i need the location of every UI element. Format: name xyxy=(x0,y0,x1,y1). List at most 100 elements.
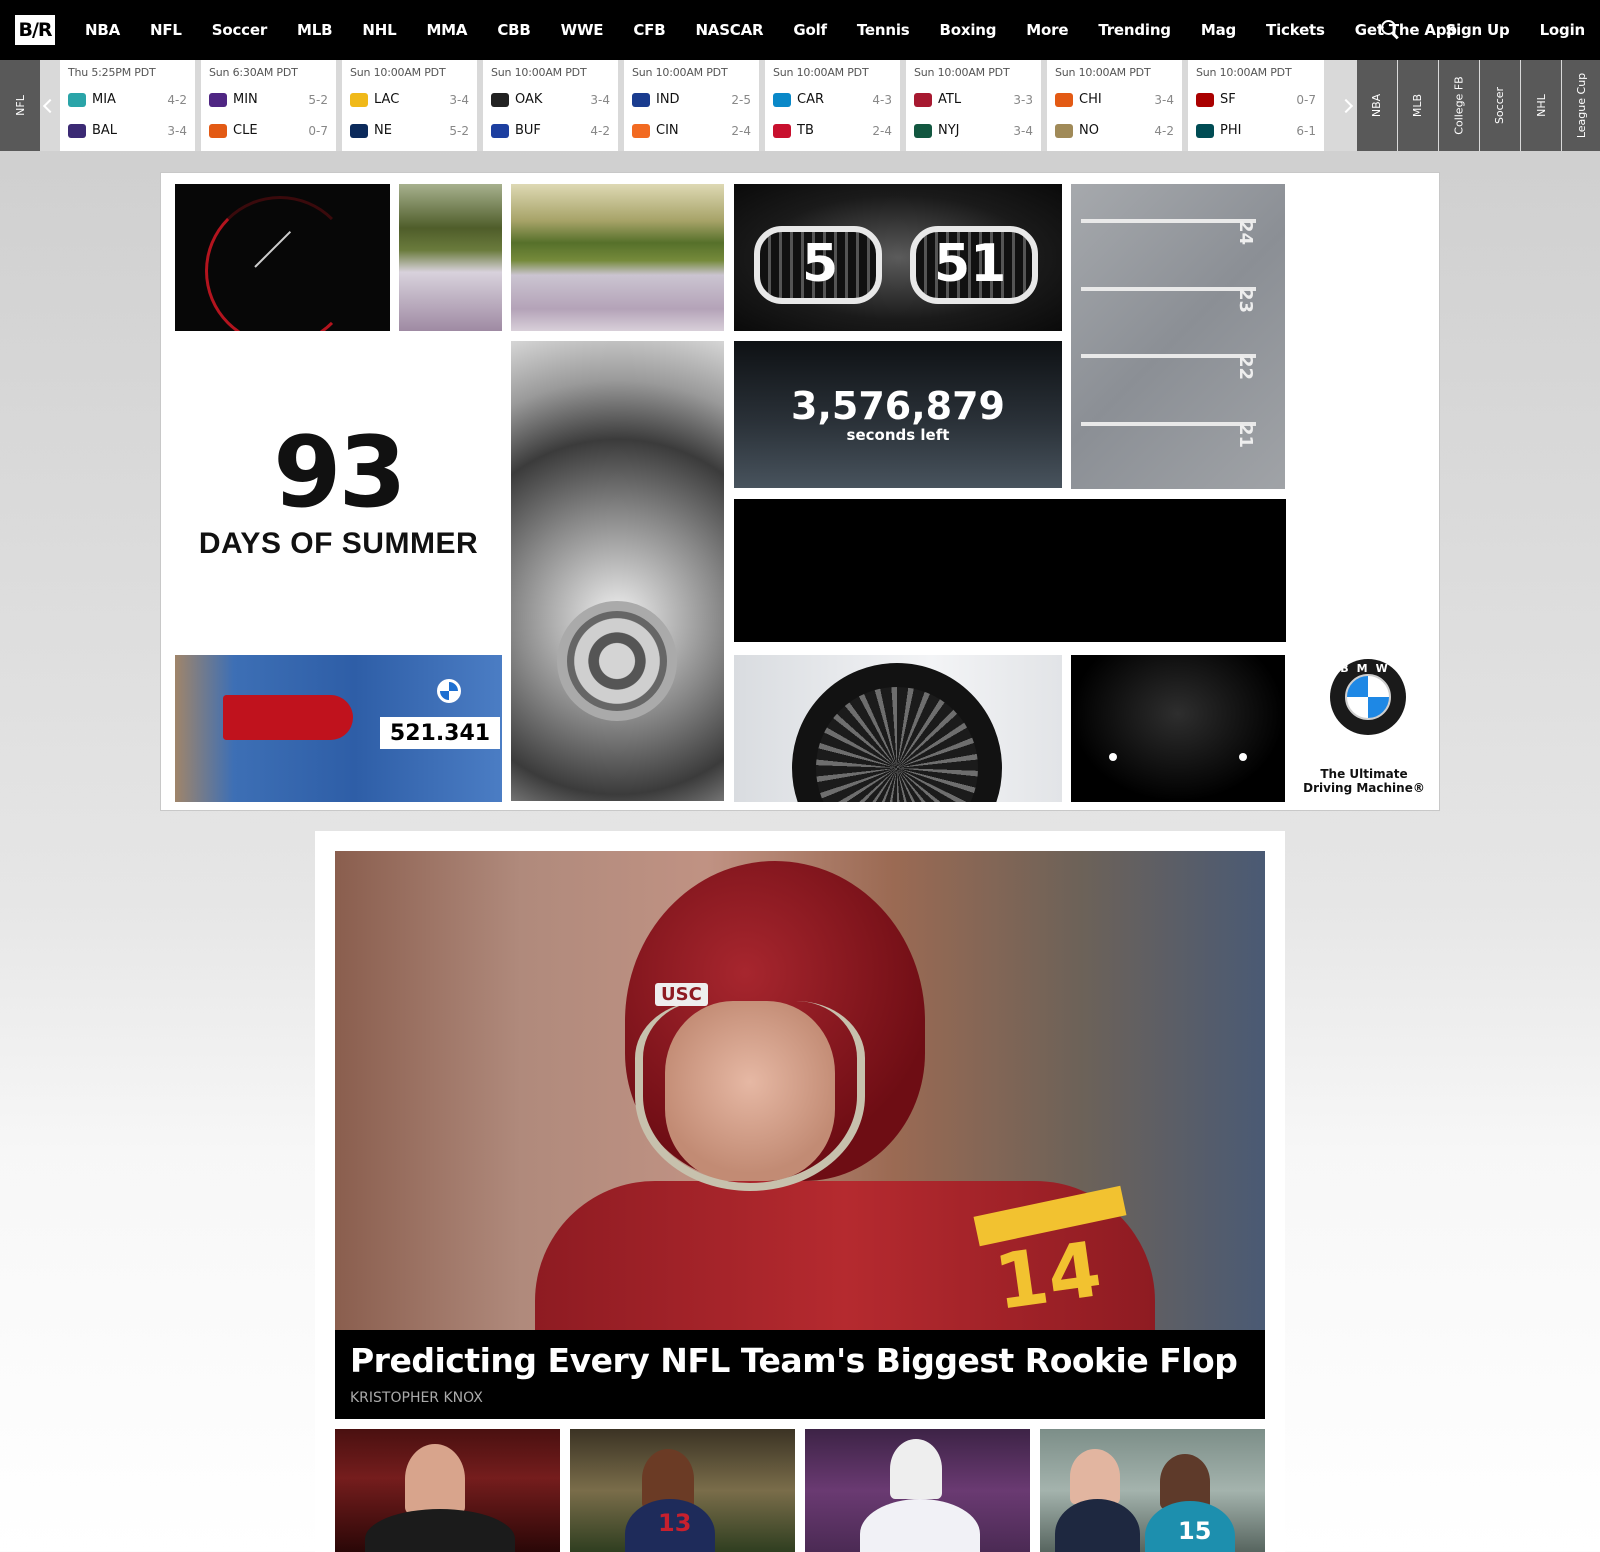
sport-tab-college-fb[interactable]: College FB xyxy=(1439,60,1479,151)
ad-dark-car-image xyxy=(1071,655,1285,802)
team-abbr: MIN xyxy=(233,92,258,107)
team-row-away: ATL 3-3 xyxy=(914,84,1033,115)
thumb-jersey-number: 13 xyxy=(658,1509,692,1537)
nav-item-nba[interactable]: NBA xyxy=(70,21,135,39)
game-card[interactable]: Sun 10:00AM PDT ATL 3-3 NYJ 3-4 xyxy=(906,60,1041,151)
parking-line xyxy=(1081,287,1256,291)
article-thumbnail[interactable]: 15 xyxy=(1040,1429,1265,1552)
sport-tabs: NBA MLB College FB Soccer NHL League Cup xyxy=(1357,60,1600,151)
nav-item-cfb[interactable]: CFB xyxy=(618,21,680,39)
nav-item-golf[interactable]: Golf xyxy=(778,21,842,39)
team-abbr: NO xyxy=(1079,123,1099,138)
team-record: 4-2 xyxy=(167,92,187,107)
parking-line xyxy=(1081,354,1256,358)
team-row-home: NE 5-2 xyxy=(350,115,469,146)
nav-item-more[interactable]: More xyxy=(1011,21,1083,39)
bmw-ad[interactable]: 5 51 24 23 22 21 93 DAYS OF SUMMER 3,576… xyxy=(160,172,1440,811)
hero-title[interactable]: Predicting Every NFL Team's Biggest Rook… xyxy=(350,1340,1250,1382)
game-card[interactable]: Sun 10:00AM PDT LAC 3-4 NE 5-2 xyxy=(342,60,477,151)
team-abbr: BAL xyxy=(92,123,118,138)
nav-item-mlb[interactable]: MLB xyxy=(282,21,347,39)
article-thumbnails: 13 15 xyxy=(335,1429,1265,1552)
article-thumbnail[interactable] xyxy=(335,1429,560,1552)
ad-grille-image: 5 51 xyxy=(734,184,1062,331)
sport-tab-label: NHL xyxy=(1534,94,1548,117)
nav-item-mma[interactable]: MMA xyxy=(411,21,482,39)
nav-item-trending[interactable]: Trending xyxy=(1083,21,1186,39)
nav-item-wwe[interactable]: WWE xyxy=(546,21,619,39)
nav-item-boxing[interactable]: Boxing xyxy=(925,21,1012,39)
scores-prev-arrow[interactable] xyxy=(40,60,60,151)
hero-caption[interactable]: Predicting Every NFL Team's Biggest Rook… xyxy=(335,1330,1265,1419)
br-logo[interactable]: B/R xyxy=(15,15,55,45)
nav-items: NBA NFL Soccer MLB NHL MMA CBB WWE CFB N… xyxy=(70,0,1472,60)
nav-item-nascar[interactable]: NASCAR xyxy=(680,21,778,39)
game-time: Sun 10:00AM PDT xyxy=(350,66,446,79)
team-abbr: LAC xyxy=(374,92,400,107)
nav-item-cbb[interactable]: CBB xyxy=(482,21,545,39)
nav-item-nhl[interactable]: NHL xyxy=(347,21,411,39)
nav-item-soccer[interactable]: Soccer xyxy=(197,21,282,39)
sport-tab-soccer[interactable]: Soccer xyxy=(1480,60,1520,151)
tachometer-ring xyxy=(205,196,355,331)
article-thumbnail[interactable] xyxy=(805,1429,1030,1552)
game-card[interactable]: Sun 10:00AM PDT SF 0-7 PHI 6-1 xyxy=(1188,60,1324,151)
article-thumbnail[interactable]: 13 xyxy=(570,1429,795,1552)
team-logo-icon xyxy=(1196,123,1214,138)
helmet-label: USC xyxy=(655,983,708,1006)
nav-item-nfl[interactable]: NFL xyxy=(135,21,197,39)
nav-item-tennis[interactable]: Tennis xyxy=(842,21,925,39)
nav-item-tickets[interactable]: Tickets xyxy=(1251,21,1340,39)
bmw-logo-icon[interactable]: BMW xyxy=(1330,659,1406,735)
content-feed: 14 USC Predicting Every NFL Team's Bigge… xyxy=(315,831,1285,1552)
team-row-away: IND 2-5 xyxy=(632,84,751,115)
parking-number: 22 xyxy=(1235,354,1257,381)
sport-tab-league-cup[interactable]: League Cup xyxy=(1562,60,1600,151)
team-logo-icon xyxy=(68,92,86,107)
nav-item-mag[interactable]: Mag xyxy=(1186,21,1251,39)
thumb-figure xyxy=(1070,1449,1120,1504)
scores-next-arrow[interactable] xyxy=(1336,60,1356,151)
team-logo-icon xyxy=(632,123,650,138)
team-abbr: PHI xyxy=(1220,123,1242,138)
team-record: 4-2 xyxy=(1154,123,1174,138)
sport-tab-mlb[interactable]: MLB xyxy=(1398,60,1438,151)
team-logo-icon xyxy=(491,123,509,138)
countdown-label: seconds left xyxy=(846,425,950,444)
game-card[interactable]: Sun 10:00AM PDT CAR 4-3 TB 2-4 xyxy=(765,60,900,151)
parking-number: 24 xyxy=(1235,219,1257,246)
team-logo-icon xyxy=(914,123,932,138)
game-card[interactable]: Sun 6:30AM PDT MIN 5-2 CLE 0-7 xyxy=(201,60,336,151)
hero-article-image[interactable]: 14 USC xyxy=(335,851,1265,1330)
login-link[interactable]: Login xyxy=(1525,21,1600,39)
game-card[interactable]: Sun 10:00AM PDT OAK 3-4 BUF 4-2 xyxy=(483,60,618,151)
sport-tab-nfl[interactable]: NFL xyxy=(0,60,40,151)
thumb-figure xyxy=(365,1509,515,1552)
team-row-home: CLE 0-7 xyxy=(209,115,328,146)
team-logo-icon xyxy=(773,92,791,107)
ad-field-image xyxy=(399,184,502,331)
sport-tab-label: League Cup xyxy=(1575,72,1589,139)
game-card[interactable]: Thu 5:25PM PDT MIA 4-2 BAL 3-4 xyxy=(60,60,195,151)
thumb-figure xyxy=(890,1439,942,1499)
ad-field-image xyxy=(511,184,724,331)
team-record: 5-2 xyxy=(449,123,469,138)
parking-line xyxy=(1081,422,1256,426)
ad-tagline: The Ultimate Driving Machine® xyxy=(1286,767,1442,795)
team-row-home: BAL 3-4 xyxy=(68,115,187,146)
search-icon[interactable] xyxy=(1380,19,1402,41)
sign-up-link[interactable]: Sign Up xyxy=(1430,21,1524,39)
team-row-away: MIN 5-2 xyxy=(209,84,328,115)
team-record: 4-3 xyxy=(872,92,892,107)
sport-tab-nba[interactable]: NBA xyxy=(1357,60,1397,151)
thumb-figure xyxy=(1055,1499,1140,1552)
sport-tab-label: Soccer xyxy=(1493,86,1507,125)
thumb-jersey-number: 15 xyxy=(1178,1517,1212,1545)
sport-tab-label: MLB xyxy=(1411,93,1425,118)
wheel-rim xyxy=(792,663,1002,802)
sport-tab-nhl[interactable]: NHL xyxy=(1521,60,1561,151)
ad-video-area[interactable] xyxy=(734,499,1286,642)
ad-countdown: 3,576,879 seconds left xyxy=(734,341,1062,488)
game-card[interactable]: Sun 10:00AM PDT IND 2-5 CIN 2-4 xyxy=(624,60,759,151)
game-card[interactable]: Sun 10:00AM PDT CHI 3-4 NO 4-2 xyxy=(1047,60,1182,151)
